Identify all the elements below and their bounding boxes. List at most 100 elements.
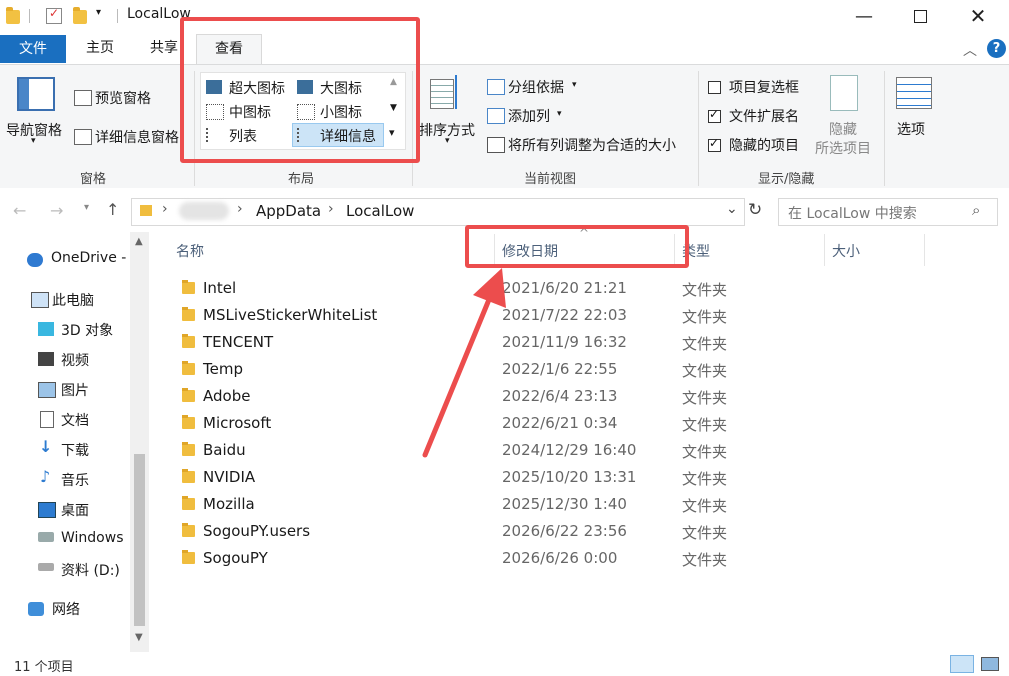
ribbon: 导航窗格 ▾ 预览窗格 详细信息窗格 窗格 超大图标 大图标 中图标 小图标 列… <box>0 64 1009 190</box>
group-by-button[interactable]: 分组依据 <box>508 77 564 97</box>
file-type: 文件夹 <box>682 308 728 326</box>
file-name: SogouPY.users <box>203 522 311 540</box>
nav-item-downloads[interactable]: 下载 <box>61 440 89 460</box>
item-count: 11 个项目 <box>14 660 74 675</box>
sort-by-icon[interactable] <box>430 75 460 109</box>
table-row[interactable]: Temp 2022/1/6 22:55 文件夹 <box>170 356 930 383</box>
file-type: 文件夹 <box>682 470 728 488</box>
help-icon[interactable]: ? <box>987 39 1006 58</box>
table-row[interactable]: Microsoft 2022/6/21 0:34 文件夹 <box>170 410 930 437</box>
address-box[interactable]: › › AppData › LocalLow ⌄ <box>131 198 745 226</box>
forward-arrow-icon[interactable]: → <box>50 201 63 220</box>
column-header-size[interactable]: 大小 <box>832 241 860 261</box>
folder-icon <box>182 388 195 402</box>
folder-icon <box>140 205 152 216</box>
collapse-ribbon-icon[interactable]: ︿ <box>963 40 977 60</box>
file-name: SogouPY <box>203 549 268 567</box>
nav-item-windows-drive[interactable]: Windows <box>61 530 124 546</box>
download-arrow-icon: ↓ <box>39 437 53 456</box>
scroll-down-icon[interactable]: ▼ <box>135 632 143 643</box>
table-row[interactable]: SogouPY.users 2026/6/22 23:56 文件夹 <box>170 518 930 545</box>
close-button[interactable]: ✕ <box>955 0 1001 32</box>
scroll-up-icon[interactable]: ▲ <box>135 236 143 247</box>
breadcrumb-locallow[interactable]: LocalLow <box>346 202 414 220</box>
search-box[interactable]: 在 LocalLow 中搜索 ⌕ <box>778 198 998 226</box>
column-divider[interactable] <box>924 234 925 266</box>
hidden-items-checkbox[interactable] <box>708 136 721 152</box>
tab-share[interactable]: 共享 <box>148 34 180 62</box>
hide-selected-label-1: 隐藏 <box>829 122 857 138</box>
nav-item-videos[interactable]: 视频 <box>61 350 89 370</box>
cloud-icon <box>27 253 43 267</box>
navigation-pane: OneDrive - 此电脑 3D 对象 视频 图片 文档 ↓ 下载 ♪ 音乐 … <box>0 232 150 652</box>
folder-icon <box>182 523 195 537</box>
file-extensions-label[interactable]: 文件扩展名 <box>729 106 799 126</box>
nav-item-music[interactable]: 音乐 <box>61 470 89 490</box>
title-bar: ✓ ▾ LocalLow — ✕ <box>0 0 1009 32</box>
tab-file[interactable]: 文件 <box>0 35 66 63</box>
column-divider[interactable] <box>824 234 825 266</box>
breadcrumb-appdata[interactable]: AppData <box>256 202 321 220</box>
file-name: MSLiveStickerWhiteList <box>203 306 378 324</box>
nav-item-this-pc[interactable]: 此电脑 <box>52 290 94 310</box>
nav-item-network[interactable]: 网络 <box>52 599 80 619</box>
group-title-layout: 布局 <box>288 172 315 187</box>
large-icons-view-icon[interactable] <box>981 657 999 671</box>
new-folder-icon[interactable] <box>73 7 87 24</box>
options-button[interactable]: 选项 <box>897 119 925 139</box>
address-dropdown-icon[interactable]: ⌄ <box>726 201 738 217</box>
breadcrumb-separator-icon: › <box>237 201 243 217</box>
table-row[interactable]: NVIDIA 2025/10/20 13:31 文件夹 <box>170 464 930 491</box>
up-arrow-icon[interactable]: ↑ <box>106 200 119 219</box>
breadcrumb-separator-icon: › <box>328 201 334 217</box>
table-row[interactable]: Mozilla 2025/12/30 1:40 文件夹 <box>170 491 930 518</box>
group-title-current-view: 当前视图 <box>524 172 577 187</box>
hide-selected-icon <box>830 75 858 111</box>
search-input[interactable]: 在 LocalLow 中搜索 <box>788 203 917 223</box>
minimize-button[interactable]: — <box>841 0 887 32</box>
item-checkboxes-label[interactable]: 项目复选框 <box>729 77 799 97</box>
add-columns-button[interactable]: 添加列 <box>508 106 550 126</box>
maximize-button[interactable] <box>897 0 943 32</box>
tab-home[interactable]: 主页 <box>84 34 116 62</box>
table-row[interactable]: MSLiveStickerWhiteList 2021/7/22 22:03 文件夹 <box>170 302 930 329</box>
column-header-name[interactable]: 名称 <box>176 241 204 261</box>
nav-scrollbar[interactable]: ▲ ▼ <box>130 232 149 652</box>
file-extensions-checkbox[interactable] <box>708 107 721 123</box>
recent-locations-icon[interactable]: ▾ <box>84 202 89 213</box>
hidden-items-label[interactable]: 隐藏的项目 <box>729 135 799 155</box>
annotation-box-layout <box>180 17 420 163</box>
table-row[interactable]: Adobe 2022/6/4 23:13 文件夹 <box>170 383 930 410</box>
properties-icon[interactable]: ✓ <box>46 6 62 24</box>
refresh-icon[interactable]: ↻ <box>748 200 762 220</box>
nav-item-onedrive[interactable]: OneDrive - <box>51 250 126 266</box>
nav-item-pictures[interactable]: 图片 <box>61 380 89 400</box>
folder-icon <box>182 469 195 483</box>
table-row[interactable]: TENCENT 2021/11/9 16:32 文件夹 <box>170 329 930 356</box>
table-row[interactable]: SogouPY 2026/6/26 0:00 文件夹 <box>170 545 930 572</box>
file-name: Temp <box>203 360 243 378</box>
file-date: 2021/11/9 16:32 <box>502 333 627 351</box>
file-name: TENCENT <box>203 333 274 351</box>
add-columns-icon <box>487 108 505 124</box>
search-icon[interactable]: ⌕ <box>972 201 980 219</box>
navigation-pane-icon[interactable] <box>17 77 55 111</box>
chevron-down-icon: ▾ <box>557 109 562 119</box>
table-row[interactable]: Intel 2021/6/20 21:21 文件夹 <box>170 275 930 302</box>
options-icon[interactable] <box>896 77 932 109</box>
details-pane-button[interactable]: 详细信息窗格 <box>95 127 179 147</box>
back-arrow-icon[interactable]: ← <box>13 201 26 220</box>
preview-pane-button[interactable]: 预览窗格 <box>95 88 151 108</box>
item-checkboxes-checkbox[interactable] <box>708 81 721 94</box>
scrollbar-thumb[interactable] <box>134 454 145 626</box>
table-row[interactable]: Baidu 2024/12/29 16:40 文件夹 <box>170 437 930 464</box>
nav-item-documents[interactable]: 文档 <box>61 410 89 430</box>
blurred-user-crumb[interactable] <box>179 202 229 220</box>
breadcrumb-separator-icon: › <box>162 201 168 217</box>
details-view-icon[interactable] <box>950 655 974 673</box>
size-all-columns-button[interactable]: 将所有列调整为合适的大小 <box>508 135 676 155</box>
nav-item-desktop[interactable]: 桌面 <box>61 500 89 520</box>
nav-item-data-drive[interactable]: 资料 (D:) <box>61 560 120 580</box>
customize-qat-icon[interactable]: ▾ <box>96 7 101 18</box>
nav-item-3d-objects[interactable]: 3D 对象 <box>61 320 113 340</box>
